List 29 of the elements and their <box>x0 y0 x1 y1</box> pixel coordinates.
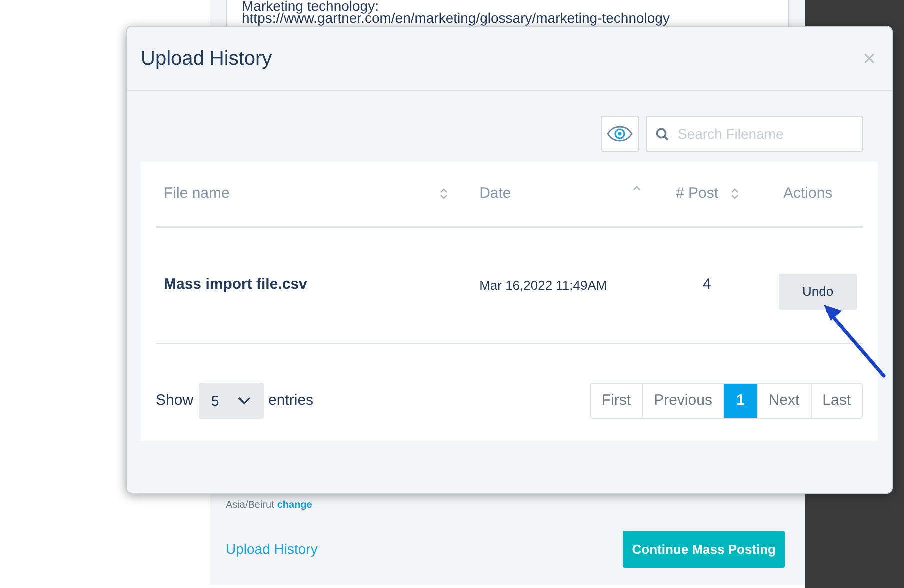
sort-icon[interactable] <box>730 188 738 200</box>
sort-icon[interactable] <box>440 188 448 200</box>
show-label: Show <box>156 390 194 411</box>
column-header[interactable]: Date <box>472 182 662 206</box>
dialog-title: Upload History <box>141 46 272 72</box>
sort-ascending-icon[interactable] <box>633 184 642 191</box>
column-header: Actions <box>782 184 834 204</box>
chevron-down-icon <box>238 397 251 405</box>
timezone-change-link[interactable]: change <box>277 498 312 513</box>
undo-button[interactable]: Undo <box>779 274 858 310</box>
search-field[interactable]: Search Filename <box>646 116 863 152</box>
text-line: Marketing technology: <box>242 0 379 12</box>
text-line: https://www.gartner.com/en/marketing/glossary/marketing-technology <box>242 12 671 24</box>
post-count-cell-text: 4 <box>702 275 712 296</box>
upload-history-link[interactable]: Upload History <box>226 539 318 560</box>
timezone-label: Asia/Beirut <box>226 499 274 513</box>
column-header[interactable]: File name <box>156 182 472 206</box>
entries-label: entries <box>268 390 314 411</box>
view-toggle-button[interactable] <box>601 116 639 152</box>
continue-button[interactable]: Continue Mass Posting <box>623 531 785 568</box>
close-button[interactable]: × <box>863 48 876 70</box>
search-icon <box>656 128 669 141</box>
date-cell-text: Mar 16,2022 11:49AM <box>478 276 608 295</box>
page-size-select[interactable]: 5 <box>198 383 264 419</box>
column-header[interactable]: # Post <box>661 182 754 206</box>
file-name-cell-text: Mass import file.csv <box>163 275 308 296</box>
pagination-button[interactable]: Last <box>810 384 862 418</box>
pagination-button[interactable]: 1 <box>723 384 757 418</box>
eye-icon <box>607 126 633 142</box>
